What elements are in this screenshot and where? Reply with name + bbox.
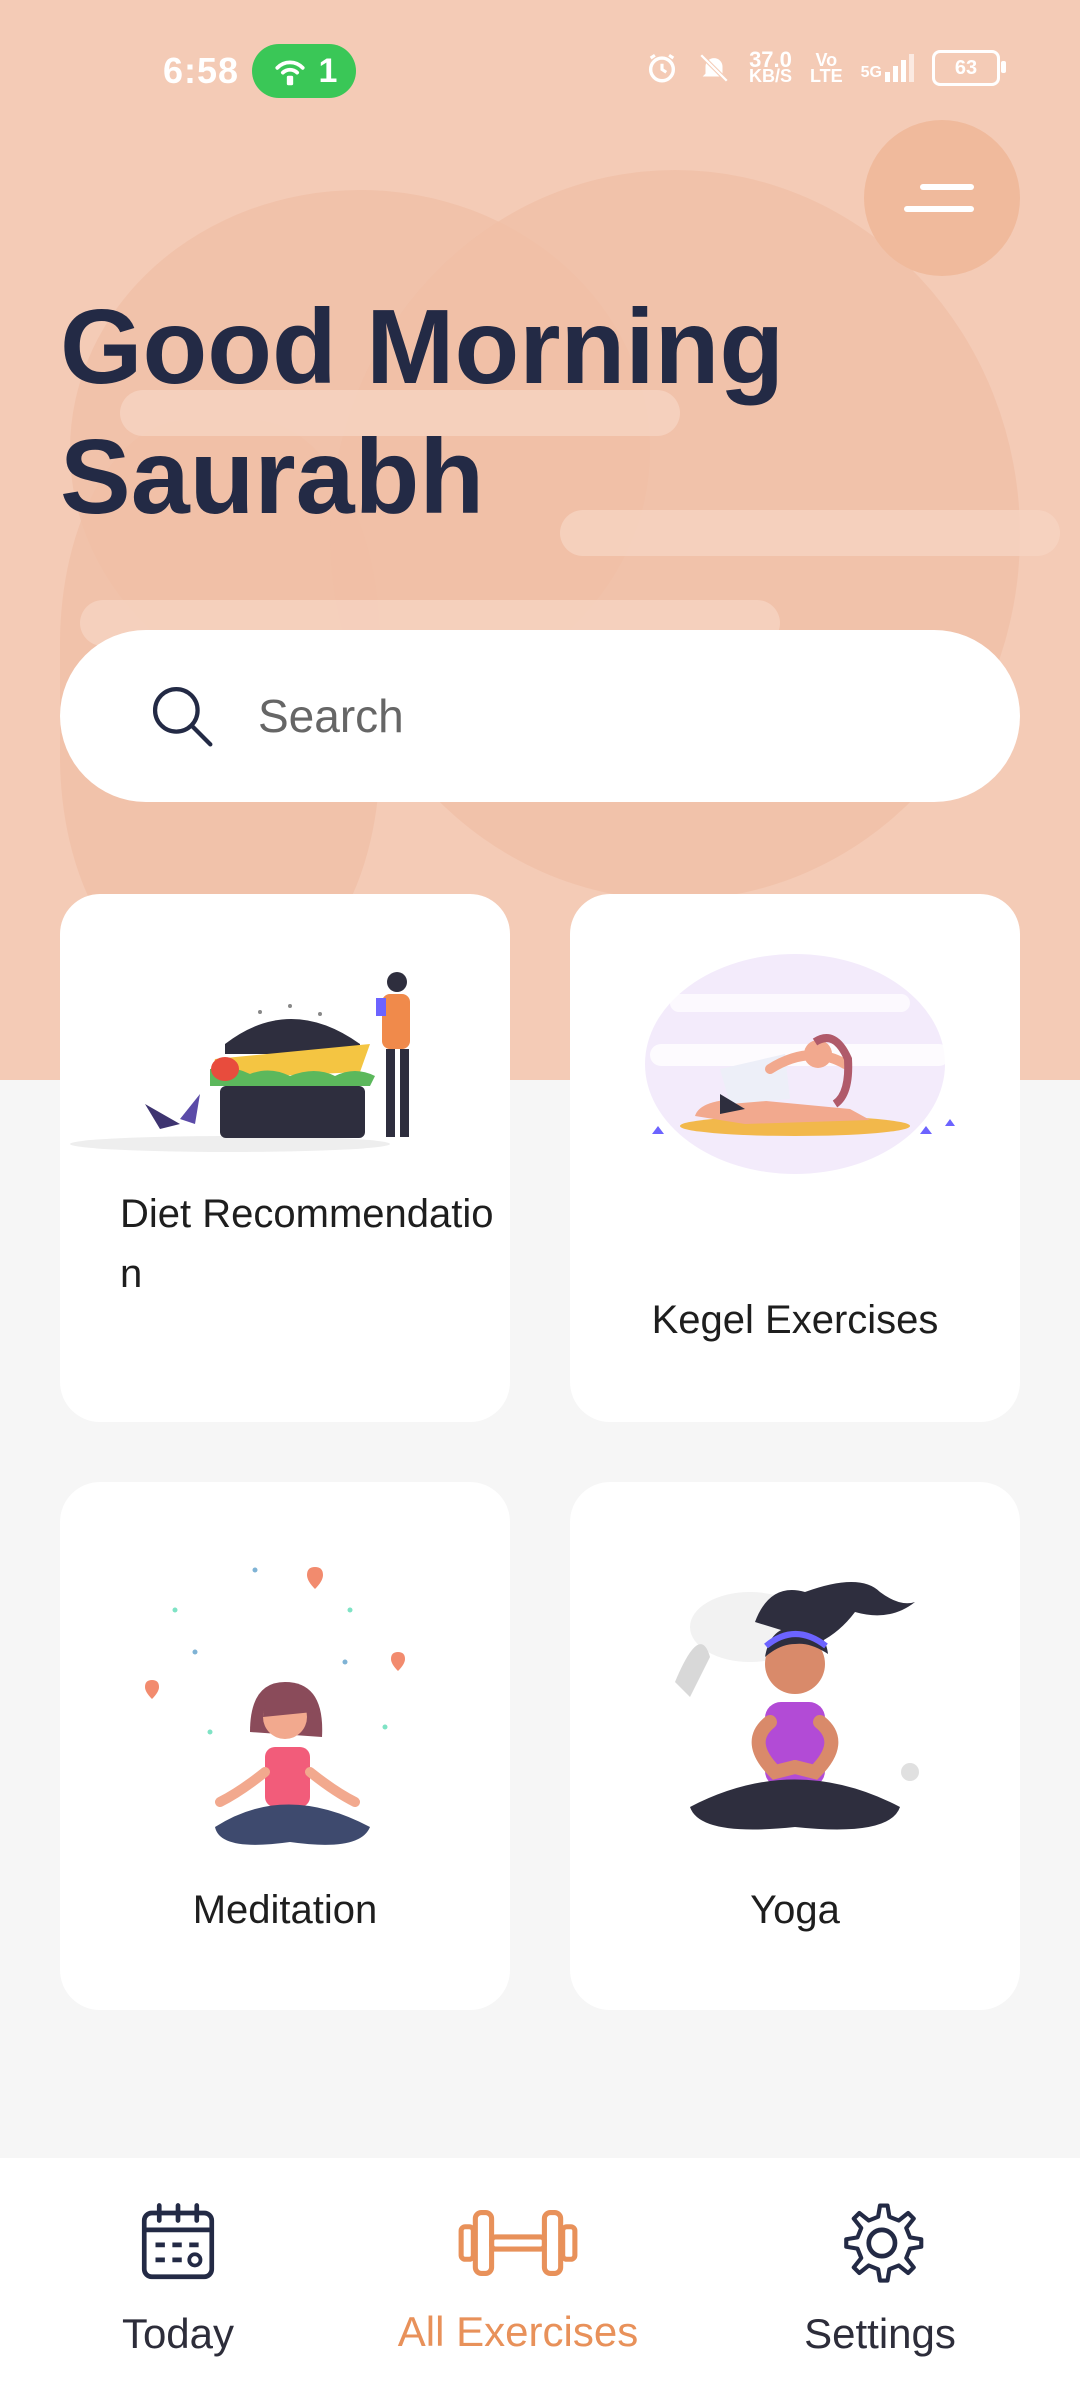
mute-icon xyxy=(699,53,729,83)
category-card-diet[interactable]: Diet Recommendatio n xyxy=(60,894,510,1422)
search-icon xyxy=(152,686,213,747)
nav-item-today[interactable]: Today xyxy=(28,2198,328,2368)
nav-item-settings[interactable]: Settings xyxy=(730,2198,1030,2368)
nav-label-all-exercises: All Exercises xyxy=(397,2308,639,2355)
calendar-icon xyxy=(141,2203,215,2280)
greeting-name: Saurabh xyxy=(60,418,485,536)
hotspot-icon xyxy=(274,60,305,86)
search-input[interactable]: Search xyxy=(258,689,404,743)
volte-indicator: Vo LTE xyxy=(809,51,843,86)
category-label: Meditation xyxy=(192,1888,378,1932)
category-label: Yoga xyxy=(750,1888,840,1932)
status-bar: 6:58 1 37.0 KB/S Vo LTE 5G 63 xyxy=(0,0,1080,140)
meditation-illustration xyxy=(145,1567,405,1845)
category-card-meditation[interactable]: Meditation xyxy=(60,1482,510,2010)
menu-button[interactable] xyxy=(864,120,1020,276)
bottom-navigation: Today All Exercises Settings xyxy=(0,2158,1080,2400)
category-card-yoga[interactable]: Yoga xyxy=(570,1482,1020,2010)
category-label: Diet Recommendatio n xyxy=(120,1192,494,1296)
category-label: Kegel Exercises xyxy=(651,1298,939,1342)
hotspot-badge: 1 xyxy=(252,44,356,98)
network-speed-unit: KB/S xyxy=(748,66,792,86)
yoga-illustration xyxy=(675,1582,919,1830)
hotspot-count: 1 xyxy=(318,51,338,90)
battery-level: 63 xyxy=(954,56,978,79)
volte-bottom: LTE xyxy=(809,66,843,86)
hamburger-icon xyxy=(920,184,974,190)
gear-icon xyxy=(844,2203,924,2283)
status-time: 6:58 xyxy=(163,50,240,91)
battery-indicator: 63 xyxy=(932,50,1006,86)
alarm-icon xyxy=(648,53,676,83)
greeting-line1: Good Morning xyxy=(60,288,785,406)
stretching-figure xyxy=(652,1034,955,1136)
greeting-title: Good Morning Saurabh xyxy=(60,282,960,542)
category-card-kegel[interactable]: Kegel Exercises xyxy=(570,894,1020,1422)
nav-label-today: Today xyxy=(121,2310,235,2357)
network-type: 5G xyxy=(860,64,882,81)
dumbbell-icon xyxy=(458,2209,578,2277)
nav-label-settings: Settings xyxy=(804,2310,956,2357)
system-icons: 37.0 KB/S Vo LTE 5G 63 xyxy=(645,49,1006,86)
nav-item-all-exercises[interactable]: All Exercises xyxy=(368,2198,668,2368)
signal-icon: 5G xyxy=(861,54,914,82)
burger-illustration xyxy=(70,972,410,1152)
network-speed: 37.0 KB/S xyxy=(748,49,792,86)
search-bar[interactable]: Search xyxy=(60,630,1020,802)
hamburger-icon-line xyxy=(904,206,974,212)
